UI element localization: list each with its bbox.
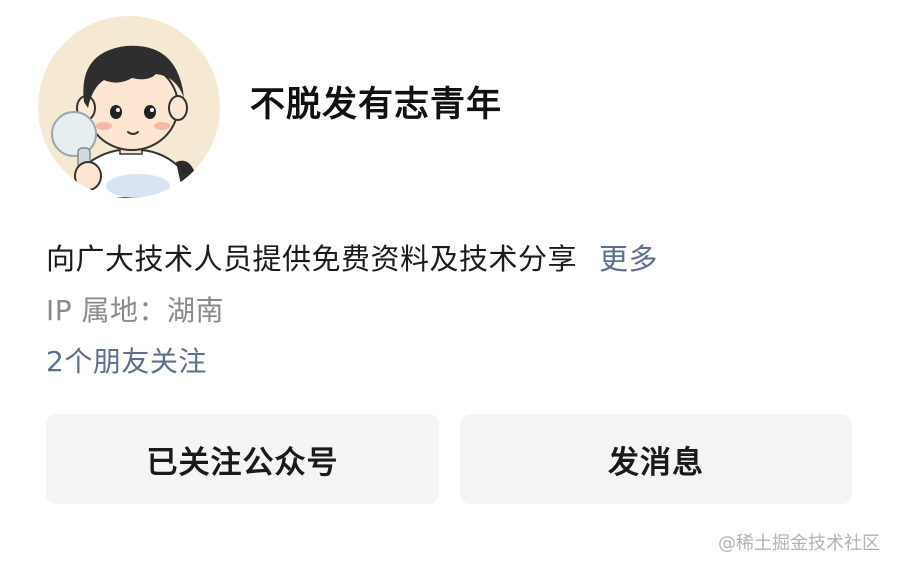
followed-button[interactable]: 已关注公众号 <box>46 414 439 504</box>
account-intro: 向广大技术人员提供免费资料及技术分享 更多 <box>46 236 658 278</box>
ip-location: IP 属地：湖南 <box>46 294 225 327</box>
more-link[interactable]: 更多 <box>599 242 658 276</box>
cartoon-boy-avatar-icon <box>51 45 198 198</box>
account-name: 不脱发有志青年 <box>250 85 503 125</box>
watermark: @稀土掘金技术社区 <box>718 533 880 554</box>
friends-follow-link[interactable]: 2个朋友关注 <box>46 340 207 380</box>
avatar[interactable] <box>38 16 220 198</box>
send-message-button[interactable]: 发消息 <box>460 414 852 504</box>
intro-text: 向广大技术人员提供免费资料及技术分享 <box>46 242 578 276</box>
